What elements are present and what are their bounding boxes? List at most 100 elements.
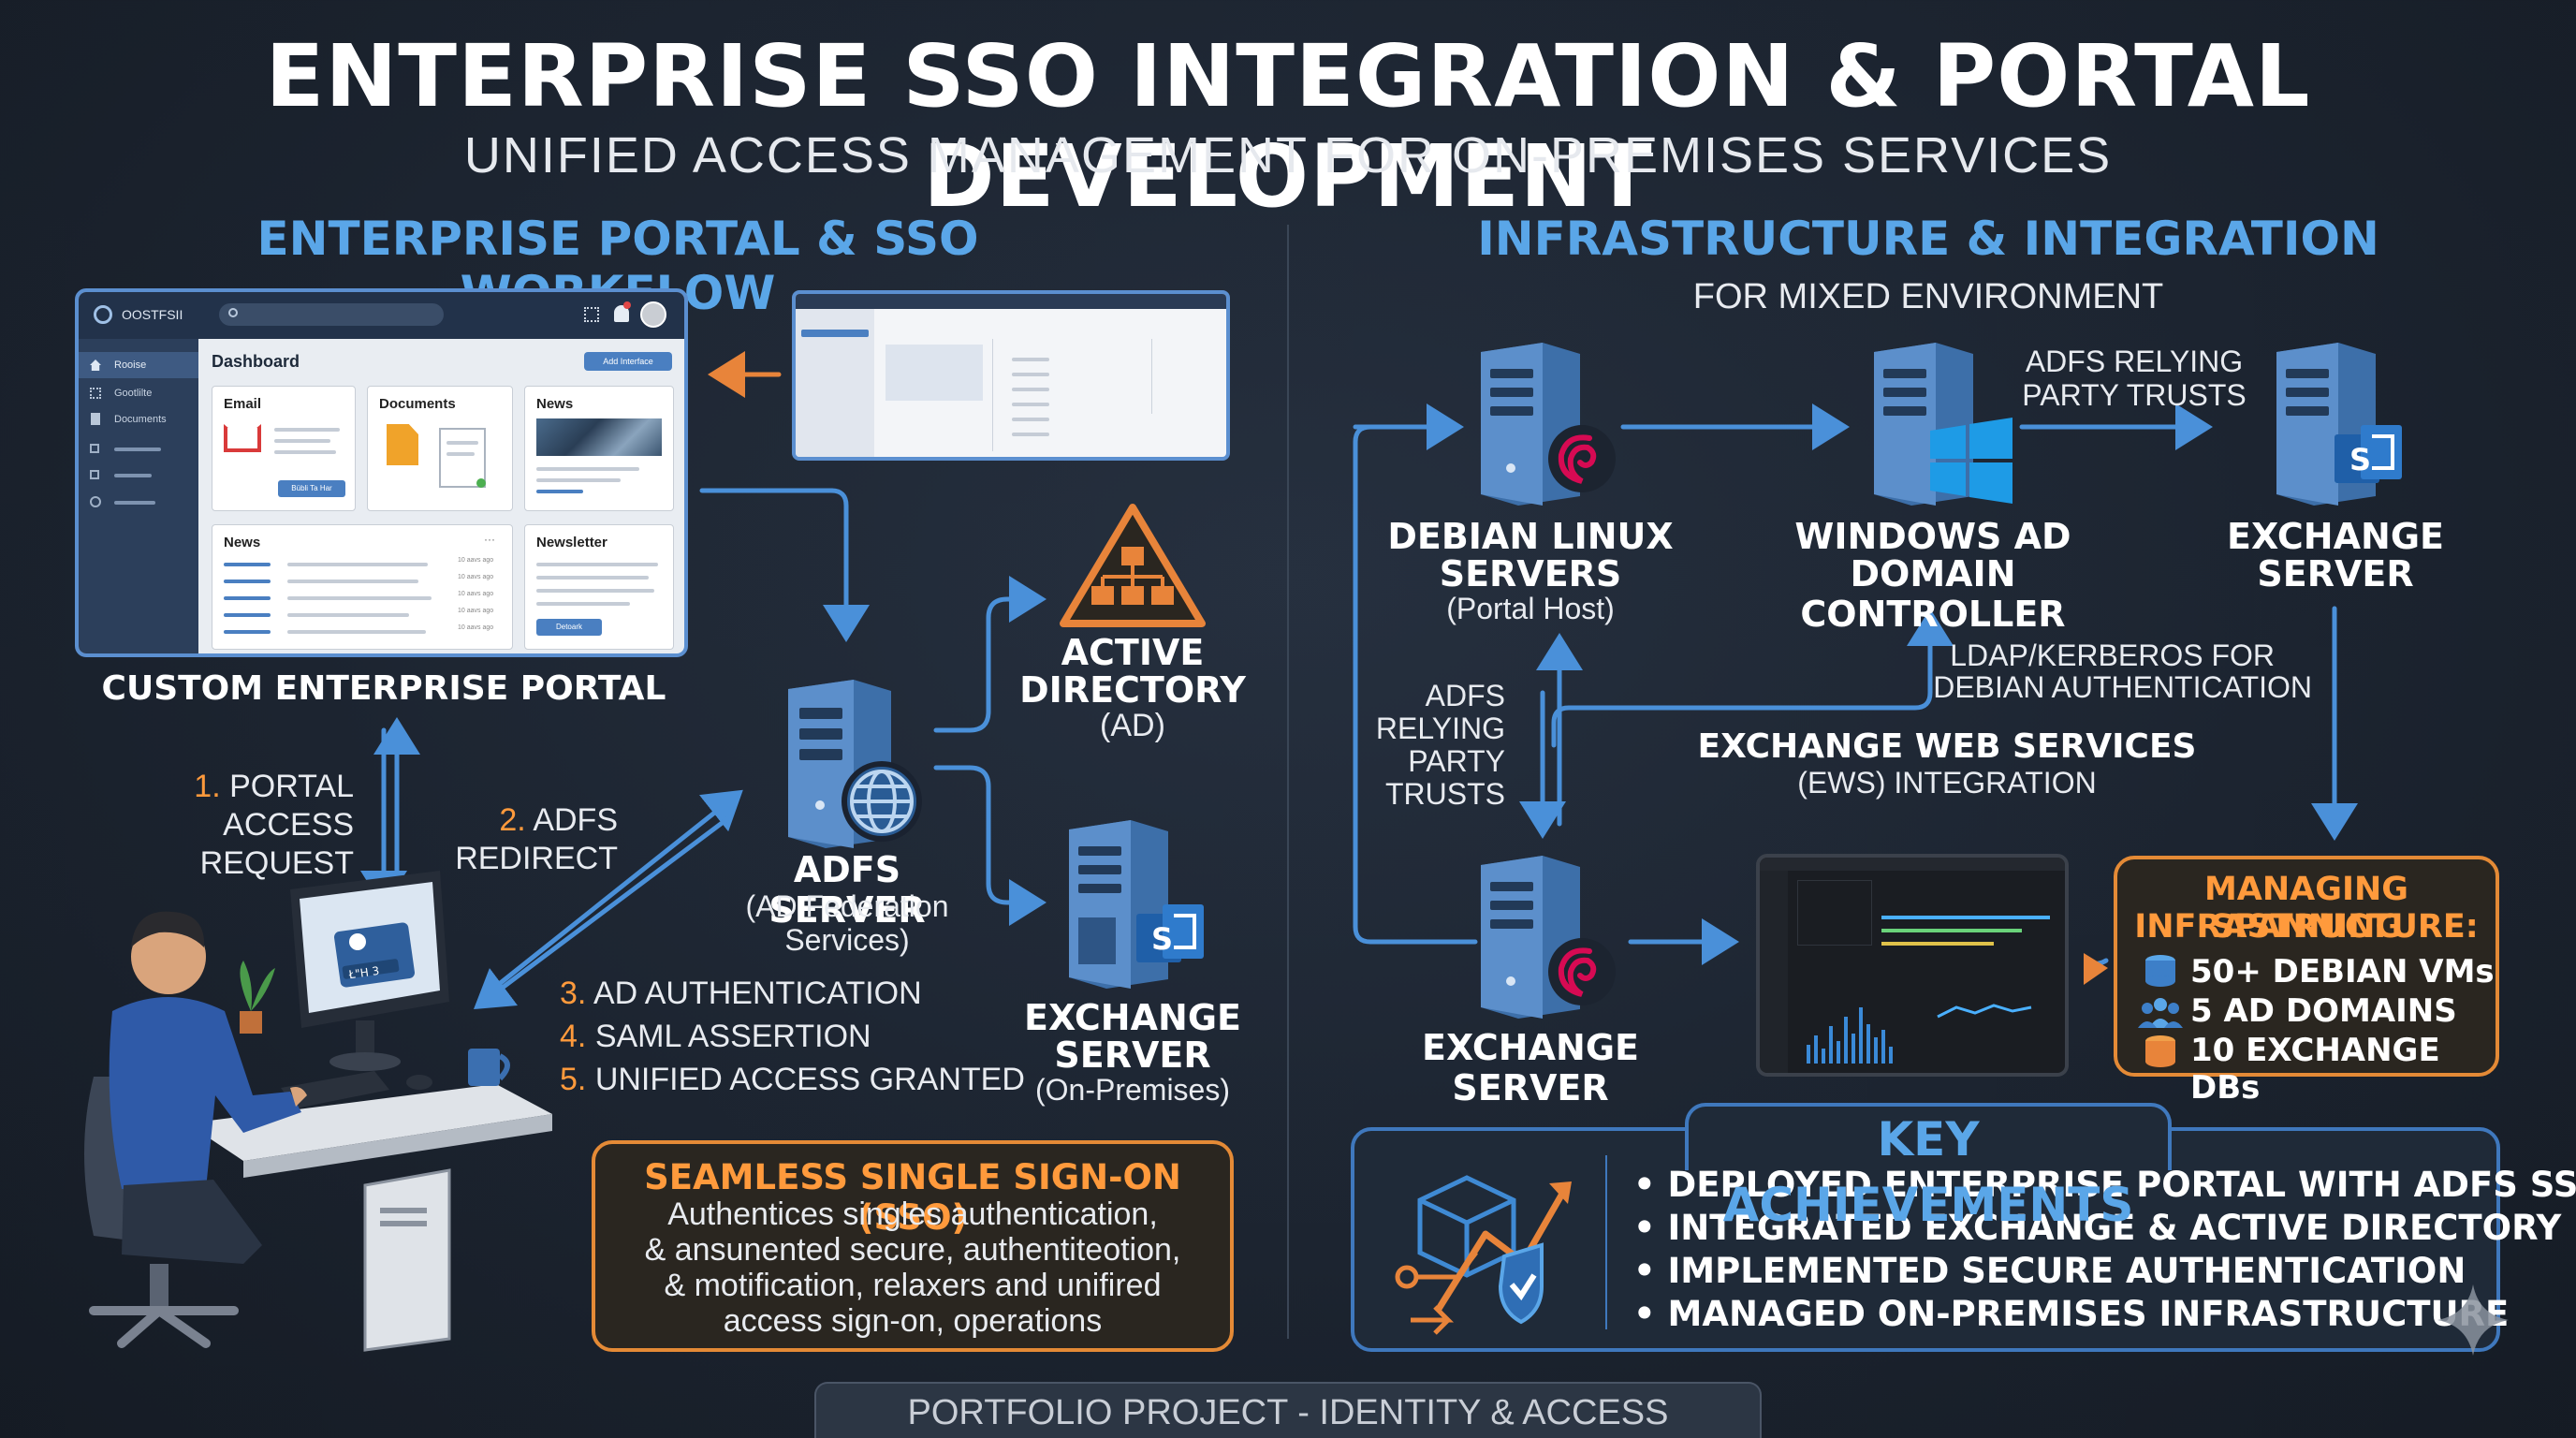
sidebar-item-label: Gootlilte: [114, 388, 153, 399]
users-group-icon: [2138, 998, 2183, 1028]
monitoring-dashboard: [1756, 854, 2069, 1077]
exchange-server-bottom-icon: [1481, 856, 1616, 1019]
text-line: [536, 478, 621, 482]
text-line: [274, 439, 330, 443]
step-5-text: UNIFIED ACCESS GRANTED: [594, 1062, 1025, 1097]
email-card-title: Email: [224, 396, 262, 412]
portal-search-input[interactable]: [219, 303, 444, 326]
email-card-button[interactable]: Bübli Ta Har: [278, 480, 345, 497]
sidebar-icon-5[interactable]: [90, 470, 99, 479]
add-interface-button[interactable]: Add Interface: [584, 352, 672, 371]
active-directory-icon: [1060, 504, 1206, 627]
arrow-portal-to-adfs: [699, 488, 870, 642]
status-dot: [476, 478, 486, 488]
text-line: [1012, 403, 1049, 406]
dashboard-metric-bar: [1881, 916, 2050, 919]
news-line: [287, 596, 432, 600]
adfs-trusts-left-3: PARTY: [1408, 744, 1505, 778]
news-line: [224, 613, 271, 617]
dashboard-chart: [1807, 1004, 2032, 1064]
spanning-item-2: 5 AD DOMAINS: [2190, 992, 2457, 1030]
portal-screenshot: OOSTFSII Rooise Gootlilte Documents Dash…: [75, 288, 688, 657]
ldap-label-a: LDAP/KERBEROS FOR: [1950, 638, 2275, 672]
exchange-right-title-b: SERVER: [2257, 553, 2414, 594]
news-list-title: News: [224, 535, 261, 550]
text-line: [274, 428, 340, 432]
newsletter-button[interactable]: Detoark: [536, 619, 602, 636]
avatar[interactable]: [640, 301, 666, 328]
sidebar-item-4-line: [114, 448, 161, 451]
news-line: [224, 563, 271, 566]
exchange-server-subtitle: (On-Premises): [1034, 1073, 1230, 1107]
sidebar-item-2[interactable]: Gootlilte: [79, 382, 198, 404]
notification-bell-icon[interactable]: [614, 301, 631, 322]
news-card[interactable]: News: [524, 386, 674, 511]
spanning-item-3: 10 EXCHANGE DBs: [2190, 1032, 2440, 1107]
mini-list-item: [886, 345, 983, 401]
timestamp: 10 aavs ago: [458, 591, 494, 597]
text-line: [536, 563, 658, 566]
sso-info-box: SEAMLESS SINGLE SIGN-ON (SSO) Authentice…: [592, 1140, 1234, 1352]
exchange-server-title-b: SERVER: [1054, 1034, 1211, 1076]
sidebar-item-label: Documents: [114, 414, 167, 425]
news-list-card[interactable]: News ··· 10 aavs ago 10 aavs ago 10 aavs…: [212, 524, 513, 650]
spanning-infrastructure-box: MANAGING SPANNING INFRASTRUCTURE: 50+ DE…: [2114, 856, 2499, 1107]
text-line: [1012, 388, 1049, 391]
documents-card[interactable]: Documents: [367, 386, 513, 511]
document-orange-icon: [387, 424, 418, 465]
step-3-text: AD AUTHENTICATION: [593, 976, 922, 1011]
timestamp: 10 aavs ago: [458, 624, 494, 631]
email-card[interactable]: Email Bübli Ta Har: [212, 386, 356, 511]
achievement-item-4: • MANAGED ON-PREMISES INFRASTRUCTURE: [1633, 1294, 2510, 1334]
step-4-number: 4.: [560, 1019, 587, 1054]
achievement-item-3: • IMPLEMENTED SECURE AUTHENTICATION: [1633, 1251, 2466, 1291]
step-4: 4. SAML ASSERTION: [560, 1019, 1046, 1055]
more-options-icon[interactable]: ···: [484, 533, 495, 546]
adfs-server-subtitle-a: (AD Federation: [745, 889, 949, 923]
step-1-label: 1. PORTAL ACCESS REQUEST: [82, 768, 354, 882]
text-line: [536, 490, 583, 493]
achievements-divider: [1605, 1155, 1607, 1329]
adfs-trusts-left-2: RELYING: [1375, 712, 1505, 745]
portal-logo-icon: [94, 305, 112, 324]
text-line: [1012, 373, 1049, 376]
sidebar-item-3[interactable]: Documents: [79, 408, 198, 431]
dashboard-metric-bar: [1881, 942, 1994, 946]
step-2-label: 2. ADFS REDIRECT: [440, 801, 618, 878]
notification-dot: [623, 301, 631, 309]
apps-grid-icon[interactable]: [584, 307, 599, 322]
user-at-desk-illustration: Ł"H 3: [84, 871, 552, 1352]
dashboard-panel: [1797, 880, 1872, 946]
debian-title-a: DEBIAN LINUX: [1387, 516, 1674, 557]
news-image: [536, 418, 662, 456]
adfs-trusts-top-a: ADFS RELYING: [2025, 345, 2244, 378]
dashboard-sidebar: [1760, 871, 1788, 1073]
footer-banner: PORTFOLIO PROJECT - IDENTITY & ACCESS MA…: [814, 1382, 1762, 1438]
settings-icon[interactable]: [90, 496, 101, 507]
news-line: [224, 596, 271, 600]
sso-box-line-4: access sign-on, operations: [723, 1303, 1103, 1339]
mini-topbar: [796, 294, 1226, 309]
exchange-server-right-icon: S: [2276, 343, 2402, 506]
news-line: [287, 630, 426, 634]
arrow-ldap-kerberos: [1551, 609, 1954, 748]
text-line: [1012, 433, 1049, 436]
newsletter-card[interactable]: Newsletter Detoark: [524, 524, 674, 650]
news-line: [224, 580, 271, 583]
adfs-trusts-left-4: TRUSTS: [1385, 777, 1505, 811]
adfs-trusts-top-b: PARTY TRUSTS: [2022, 378, 2247, 412]
sidebar-item-home[interactable]: Rooise: [79, 352, 198, 378]
active-directory-title-a: ACTIVE: [1061, 632, 1205, 673]
dashboard-metric-bar: [1881, 929, 2022, 932]
sidebar-icon-4[interactable]: [90, 444, 99, 453]
text-line: [446, 452, 475, 456]
portal-brand: OOSTFSII: [122, 307, 183, 322]
document-icon: [91, 413, 100, 425]
windows-ad-title-a: WINDOWS AD: [1794, 516, 2071, 557]
mini-table: [992, 339, 1142, 451]
adfs-server-icon: [788, 680, 922, 848]
key-achievements-title: KEY ACHIEVEMENTS: [1685, 1103, 2172, 1232]
adfs-trusts-left: ADFS RELYING PARTY TRUSTS: [1365, 680, 1505, 811]
step-5: 5. UNIFIED ACCESS GRANTED: [560, 1062, 1046, 1098]
news-line: [287, 580, 418, 583]
